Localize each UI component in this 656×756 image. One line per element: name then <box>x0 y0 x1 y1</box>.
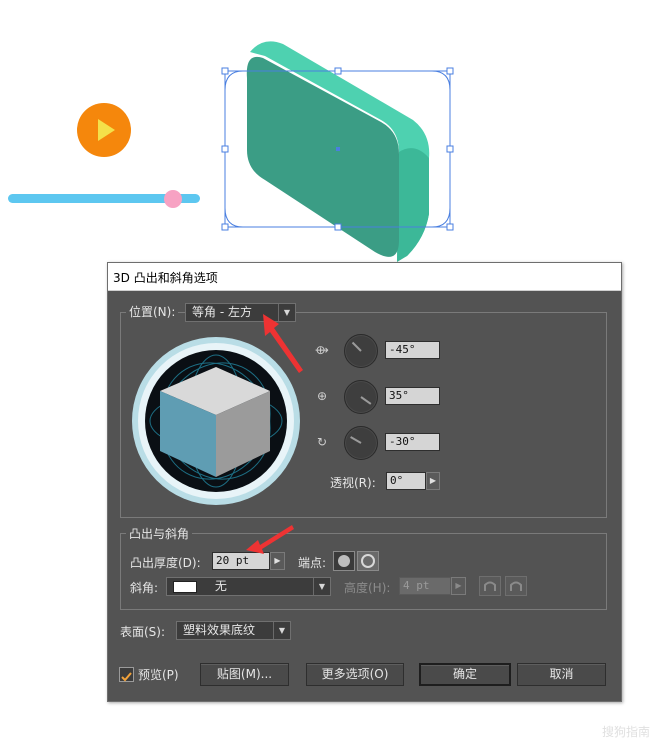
surface-label: 表面(S): <box>120 625 166 639</box>
cap-off-button[interactable] <box>357 551 379 571</box>
shape-right-face <box>397 148 429 262</box>
bevel-swatch <box>173 580 197 593</box>
x-axis-rotate-icon: ⟴ <box>315 343 329 357</box>
y-angle-knob[interactable] <box>344 380 378 414</box>
preview-checkbox[interactable] <box>119 667 134 682</box>
x-angle-field[interactable]: -45° <box>385 341 440 359</box>
bevel-dropdown[interactable]: 无 ▼ <box>166 577 331 596</box>
watermark: 搜狗指南 <box>601 725 650 739</box>
extrude-bevel-dialog: 3D 凸出和斜角选项 位置(N): 等角 - 左方 ▼ ⟴ -45° ⊕ 35°… <box>107 262 622 702</box>
dropdown-arrow-icon: ▼ <box>273 622 290 639</box>
play-icon <box>98 119 115 141</box>
cap-off-icon <box>361 554 375 568</box>
depth-label: 凸出厚度(D): <box>130 556 201 570</box>
surface-dropdown-value: 塑料效果底纹 <box>183 623 256 637</box>
bevel-label: 斜角: <box>130 581 159 595</box>
bevel-in-icon <box>484 581 496 591</box>
rotation-track-cube[interactable] <box>130 335 302 507</box>
dialog-title: 3D 凸出和斜角选项 <box>113 271 218 285</box>
cap-label: 端点: <box>298 556 327 570</box>
extrude-bevel-label: 凸出与斜角 <box>126 525 193 542</box>
z-angle-field[interactable]: -30° <box>385 433 440 451</box>
height-slider-button[interactable]: ▶ <box>451 577 466 595</box>
dropdown-arrow-icon: ▼ <box>313 578 330 595</box>
ok-button[interactable]: 确定 <box>419 663 511 686</box>
depth-field[interactable]: 20 pt <box>212 552 270 570</box>
more-options-button[interactable]: 更多选项(O) <box>306 663 404 686</box>
dropdown-arrow-icon: ▼ <box>278 304 295 321</box>
x-angle-knob[interactable] <box>344 334 378 368</box>
dialog-titlebar[interactable]: 3D 凸出和斜角选项 <box>108 263 621 291</box>
cap-on-icon <box>338 555 350 567</box>
selection-center-point <box>336 147 340 151</box>
checkbox-icon <box>121 672 132 682</box>
play-button[interactable] <box>77 103 131 157</box>
perspective-field[interactable]: 0° <box>386 472 426 490</box>
position-dropdown[interactable]: 等角 - 左方 ▼ <box>185 303 296 322</box>
bevel-out-button[interactable] <box>505 576 527 596</box>
position-label: 位置(N): <box>126 303 179 320</box>
depth-slider-button[interactable]: ▶ <box>270 552 285 570</box>
bevel-in-button[interactable] <box>479 576 501 596</box>
preview-label: 预览(P) <box>138 668 179 682</box>
height-label: 高度(H): <box>344 581 391 595</box>
cap-on-button[interactable] <box>333 551 355 571</box>
position-dropdown-value: 等角 - 左方 <box>192 305 252 319</box>
z-angle-knob[interactable] <box>344 426 378 460</box>
map-art-button[interactable]: 贴图(M)... <box>200 663 289 686</box>
surface-dropdown[interactable]: 塑料效果底纹 ▼ <box>176 621 291 640</box>
bevel-out-icon <box>510 581 522 591</box>
y-axis-rotate-icon: ⊕ <box>316 389 328 403</box>
perspective-slider-button[interactable]: ▶ <box>426 472 440 490</box>
perspective-label: 透视(R): <box>330 476 376 490</box>
cancel-button[interactable]: 取消 <box>517 663 606 686</box>
slider-thumb[interactable] <box>164 190 182 208</box>
y-angle-field[interactable]: 35° <box>385 387 440 405</box>
extruded-rectangle-artwork[interactable] <box>215 30 465 270</box>
height-field[interactable]: 4 pt <box>399 577 451 595</box>
z-axis-rotate-icon: ↻ <box>316 435 328 449</box>
bevel-dropdown-value: 无 <box>214 579 227 593</box>
